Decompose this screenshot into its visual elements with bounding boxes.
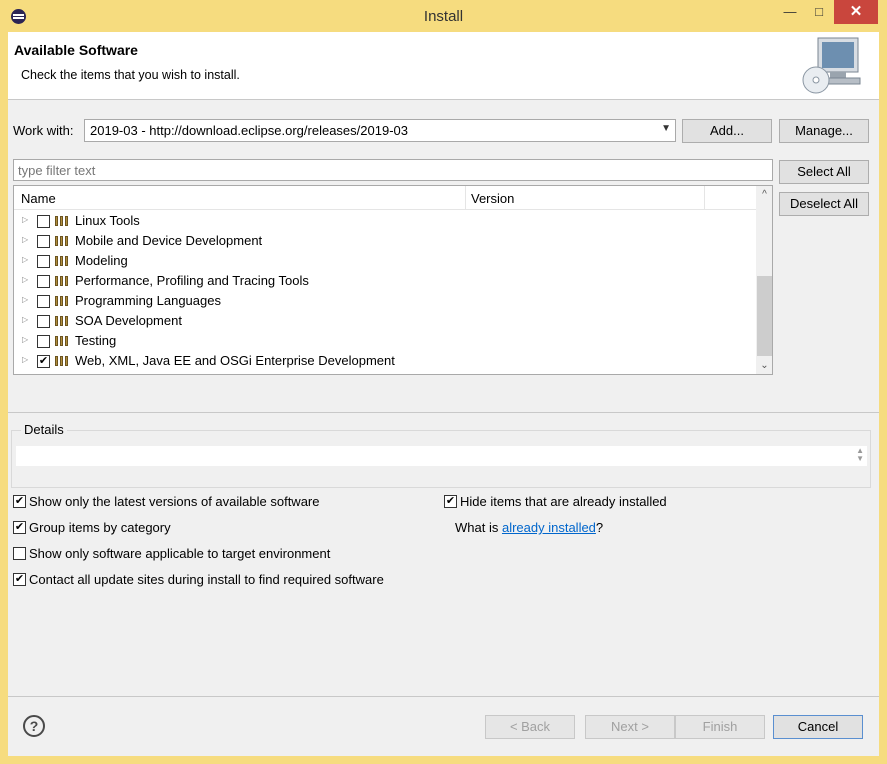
expand-arrow-icon[interactable]: ▷ — [22, 315, 28, 324]
what-is-suffix: ? — [595, 520, 604, 535]
tree-row[interactable]: ▷ Performance, Profiling and Tracing Too… — [14, 271, 756, 291]
expand-arrow-icon[interactable]: ▷ — [22, 275, 28, 284]
scroll-up-icon[interactable]: ^ — [756, 186, 772, 203]
option-label: Contact all update sites during install … — [29, 572, 384, 587]
next-button[interactable]: Next > — [585, 715, 675, 739]
install-banner-icon — [802, 37, 861, 94]
checkbox[interactable]: ✔ — [444, 495, 457, 508]
tree-row-label: Testing — [75, 333, 117, 348]
scroll-thumb[interactable] — [757, 276, 772, 356]
tree-row-label: Performance, Profiling and Tracing Tools — [75, 273, 309, 288]
tree-row[interactable]: ▷ Testing — [14, 331, 756, 351]
feature-group-icon — [55, 236, 70, 246]
option-label: Show only the latest versions of availab… — [29, 494, 320, 509]
work-with-label: Work with: — [13, 123, 74, 138]
expand-arrow-icon[interactable]: ▷ — [22, 295, 28, 304]
column-version-header[interactable]: Version — [471, 191, 514, 206]
install-dialog: Install — □ ✕ Available Software Check t… — [0, 0, 887, 764]
tree-row[interactable]: ▷ Programming Languages — [14, 291, 756, 311]
feature-group-icon — [55, 316, 70, 326]
scroll-down-icon[interactable]: ⌄ — [756, 357, 772, 374]
add-button[interactable]: Add... — [682, 119, 772, 143]
cancel-button[interactable]: Cancel — [773, 715, 863, 739]
expand-arrow-icon[interactable]: ▷ — [22, 255, 28, 264]
feature-group-icon — [55, 336, 70, 346]
checkbox[interactable]: ✔ — [13, 521, 26, 534]
deselect-all-button[interactable]: Deselect All — [779, 192, 869, 216]
close-button[interactable]: ✕ — [834, 0, 878, 24]
tree-row[interactable]: ▷ SOA Development — [14, 311, 756, 331]
page-title: Available Software — [14, 42, 138, 58]
tree-row-label: Mobile and Device Development — [75, 233, 263, 248]
back-button[interactable]: < Back — [485, 715, 575, 739]
what-is-installed: What is already installed? — [455, 520, 603, 535]
feature-group-icon — [55, 356, 70, 366]
filter-input[interactable]: type filter text — [13, 159, 773, 181]
option-label: Hide items that are already installed — [460, 494, 667, 509]
details-group: Details ▲ ▼ — [11, 422, 871, 488]
details-title: Details — [21, 422, 67, 437]
column-divider[interactable] — [465, 186, 466, 210]
window-title: Install — [423, 8, 464, 25]
tree-row-label: SOA Development — [75, 313, 182, 328]
feature-group-icon — [55, 216, 70, 226]
minimize-button[interactable]: — — [776, 0, 804, 24]
select-all-button[interactable]: Select All — [779, 160, 869, 184]
column-divider[interactable] — [704, 186, 705, 210]
what-is-prefix: What is — [455, 520, 502, 535]
work-with-combo[interactable]: 2019-03 - http://download.eclipse.org/re… — [84, 119, 676, 142]
tree-row[interactable]: ▷ Linux Tools — [14, 211, 756, 231]
feature-group-icon — [55, 296, 70, 306]
tree-row[interactable]: ▷ Mobile and Device Development — [14, 231, 756, 251]
finish-button[interactable]: Finish — [675, 715, 765, 739]
already-installed-link[interactable]: already installed — [502, 520, 596, 535]
footer-divider — [8, 696, 879, 697]
option-label: Group items by category — [29, 520, 171, 535]
help-icon[interactable]: ? — [23, 715, 45, 737]
feature-group-icon — [55, 256, 70, 266]
tree-row-label: Web, XML, Java EE and OSGi Enterprise De… — [75, 353, 395, 368]
checkbox[interactable]: ✔ — [13, 573, 26, 586]
tree-scrollbar[interactable]: ^ ⌄ — [756, 186, 772, 374]
expand-arrow-icon[interactable]: ▷ — [22, 215, 28, 224]
tree-row-label: Linux Tools — [75, 213, 140, 228]
checkbox[interactable]: ✔ — [37, 355, 50, 368]
tree-row[interactable]: ▷ Modeling — [14, 251, 756, 271]
tree-row-label: Modeling — [75, 253, 128, 268]
page-subtitle: Check the items that you wish to install… — [21, 68, 240, 82]
checkbox[interactable] — [13, 547, 26, 560]
expand-arrow-icon[interactable]: ▷ — [22, 355, 28, 364]
checkbox[interactable] — [37, 215, 50, 228]
checkbox[interactable] — [37, 295, 50, 308]
section-divider — [8, 412, 879, 413]
option-label: Show only software applicable to target … — [29, 546, 331, 561]
details-text[interactable] — [16, 446, 867, 466]
chevron-down-icon[interactable]: ▼ — [661, 123, 671, 134]
dialog-body: Available Software Check the items that … — [8, 32, 879, 756]
checkbox[interactable] — [37, 255, 50, 268]
tree-row[interactable]: ▷ ✔ Web, XML, Java EE and OSGi Enterpris… — [14, 351, 756, 371]
tree-header: Name Version — [14, 186, 756, 210]
wizard-header: Available Software Check the items that … — [8, 32, 879, 100]
expand-arrow-icon[interactable]: ▷ — [22, 335, 28, 344]
manage-button[interactable]: Manage... — [779, 119, 869, 143]
checkbox[interactable] — [37, 235, 50, 248]
details-spin-icon[interactable]: ▲ ▼ — [856, 447, 864, 463]
checkbox[interactable] — [37, 275, 50, 288]
tree-row-label: Programming Languages — [75, 293, 221, 308]
column-name-header[interactable]: Name — [21, 191, 56, 206]
feature-group-icon — [55, 276, 70, 286]
work-with-value: 2019-03 - http://download.eclipse.org/re… — [90, 123, 408, 138]
expand-arrow-icon[interactable]: ▷ — [22, 235, 28, 244]
software-tree: Name Version ▷ Linux Tools ▷ Mobile and … — [13, 185, 773, 375]
checkbox[interactable] — [37, 315, 50, 328]
maximize-button[interactable]: □ — [805, 0, 833, 24]
title-bar[interactable]: Install — □ ✕ — [0, 0, 887, 32]
checkbox[interactable] — [37, 335, 50, 348]
checkbox[interactable]: ✔ — [13, 495, 26, 508]
